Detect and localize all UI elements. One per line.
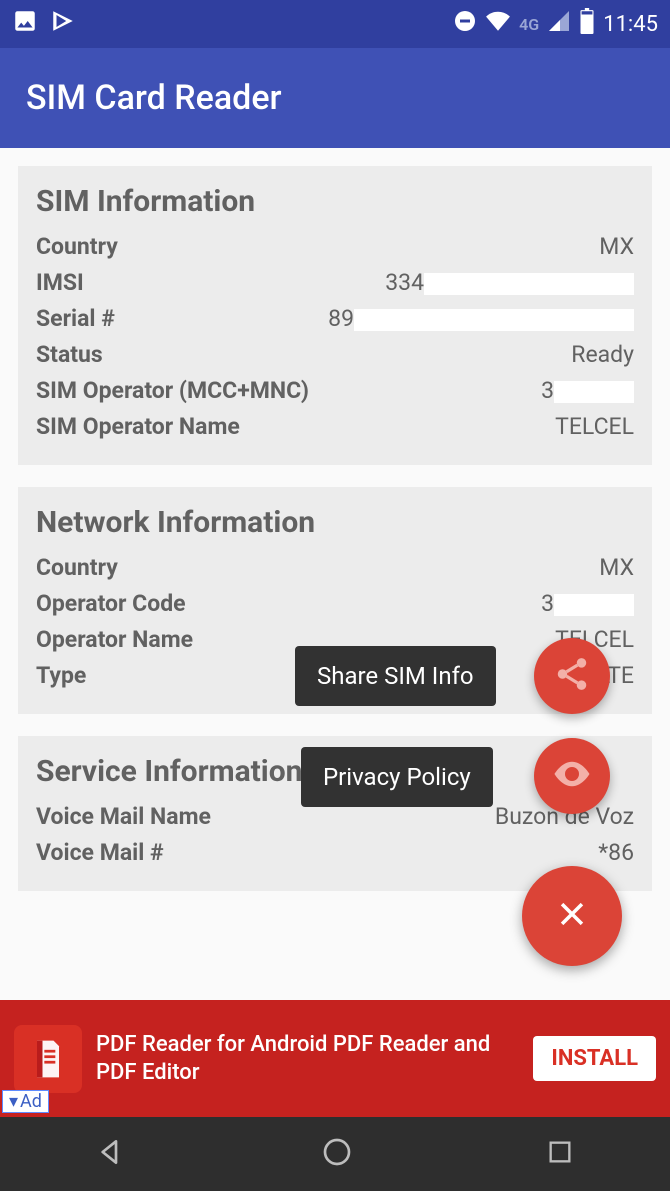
photos-icon [12,8,38,40]
sim-info-card: SIM Information Country MX IMSI 334 Serial… [18,166,652,465]
close-icon [555,897,589,935]
4g-label: 4G [519,15,539,34]
ad-install-button[interactable]: INSTALL [533,1036,656,1081]
recent-button[interactable] [546,1138,574,1170]
net-country-value: MX [599,550,634,586]
sim-imsi-label: IMSI [36,265,84,301]
network-info-heading: Network Information [36,505,634,540]
share-icon [553,655,591,697]
signal-icon [547,9,571,39]
app-title: SIM Card Reader [26,78,282,118]
ad-app-icon [14,1025,82,1093]
net-opcode-label: Operator Code [36,586,186,622]
sim-info-heading: SIM Information [36,184,634,219]
net-opname-label: Operator Name [36,622,193,658]
share-tooltip: Share SIM Info [295,646,496,706]
ad-tag-label: Ad [20,1091,42,1112]
play-store-icon [50,8,76,40]
share-fab[interactable] [534,638,610,714]
back-button[interactable] [96,1136,128,1172]
app-title-bar: SIM Card Reader [0,48,670,148]
sim-serial-label: Serial # [36,301,115,337]
ad-text: PDF Reader for Android PDF Reader and PD… [96,1031,519,1087]
vm-name-label: Voice Mail Name [36,799,211,835]
home-button[interactable] [321,1136,353,1172]
sim-status-label: Status [36,337,103,373]
net-opcode-value: 3 [541,586,634,622]
net-type-label: Type [36,658,86,694]
sim-opname-value: TELCEL [555,409,634,445]
dnd-icon [453,9,477,39]
privacy-fab[interactable] [534,738,610,814]
share-tooltip-label: Share SIM Info [317,662,474,690]
vm-num-label: Voice Mail # [36,835,164,871]
sim-mcc-value: 3 [541,373,634,409]
sim-imsi-value: 334 [385,265,634,301]
chevron-down-icon: ▾ [9,1091,18,1112]
sim-serial-value: 89 [328,301,634,337]
ad-banner[interactable]: PDF Reader for Android PDF Reader and PD… [0,1000,670,1117]
sim-country-value: MX [599,229,634,265]
clock: 11:45 [603,12,658,37]
vm-num-value: *86 [598,835,634,871]
wifi-icon [485,8,511,40]
eye-icon [551,753,593,799]
navigation-bar [0,1117,670,1191]
sim-status-value: Ready [571,337,634,373]
ad-tag[interactable]: ▾ Ad [2,1090,49,1113]
battery-icon [579,8,595,40]
sim-mcc-label: SIM Operator (MCC+MNC) [36,373,309,409]
net-country-label: Country [36,550,118,586]
privacy-tooltip-label: Privacy Policy [323,763,471,791]
privacy-tooltip: Privacy Policy [301,747,493,807]
close-fab[interactable] [522,866,622,966]
sim-opname-label: SIM Operator Name [36,409,240,445]
sim-country-label: Country [36,229,118,265]
status-bar: 4G 11:45 [0,0,670,48]
